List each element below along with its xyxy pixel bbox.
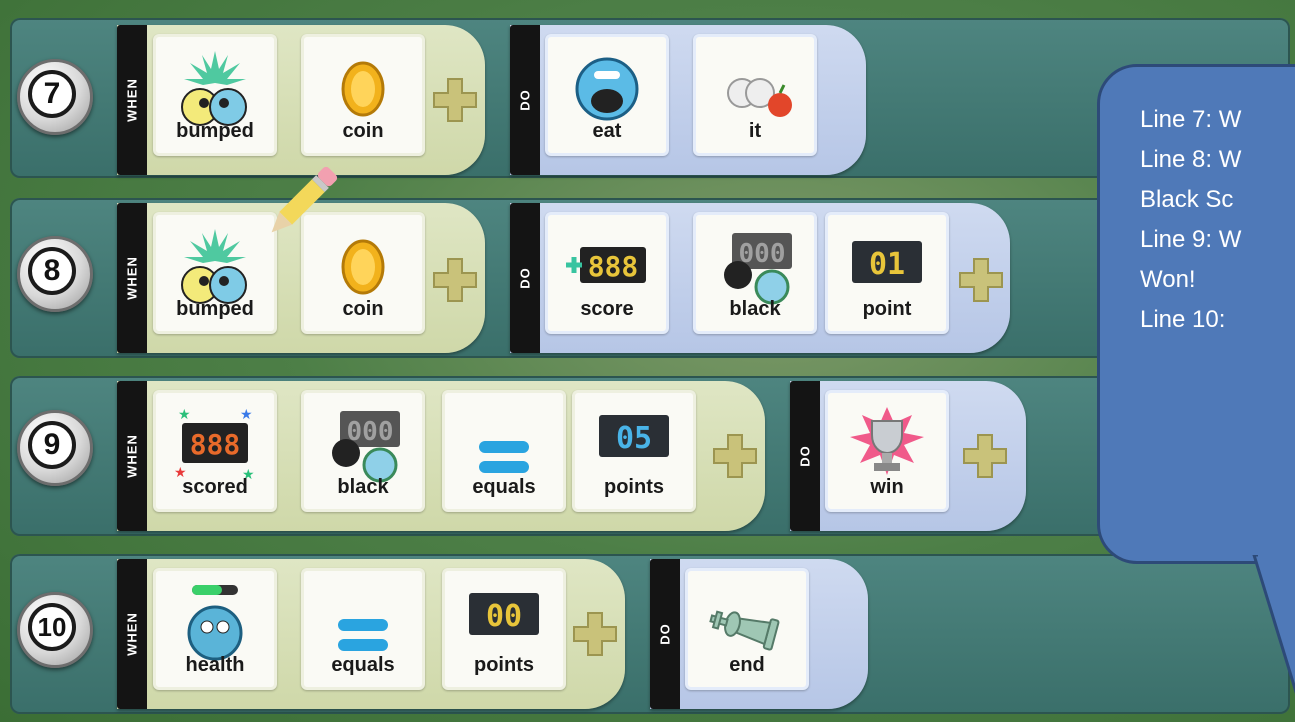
line-number: 10 bbox=[28, 603, 76, 651]
tile-label: equals bbox=[331, 654, 395, 676]
tile-points[interactable]: 00 points bbox=[442, 568, 566, 690]
black-score-icon: 000 bbox=[724, 233, 792, 305]
tile-label: eat bbox=[592, 120, 622, 142]
note-line: Line 7: W bbox=[1140, 106, 1242, 133]
do-label: DO bbox=[797, 445, 813, 467]
line-number: 8 bbox=[28, 247, 76, 295]
line-number: 9 bbox=[28, 421, 76, 469]
tile-it[interactable]: it bbox=[693, 34, 817, 156]
line-number-badge[interactable]: 9 bbox=[17, 410, 93, 486]
tile-eat[interactable]: eat bbox=[545, 34, 669, 156]
equals-icon bbox=[338, 619, 388, 651]
when-tab: WHEN bbox=[117, 381, 147, 531]
tile-point[interactable]: 01 point bbox=[825, 212, 949, 334]
when-label: WHEN bbox=[124, 256, 140, 300]
add-tile-plus-icon[interactable] bbox=[432, 257, 478, 303]
tile-label: coin bbox=[342, 298, 384, 320]
line-number-badge[interactable]: 7 bbox=[17, 59, 93, 135]
bumped-icon bbox=[181, 229, 247, 304]
speech-bubble-tail bbox=[1252, 555, 1295, 694]
chess-king-icon bbox=[709, 610, 780, 651]
trophy-icon bbox=[850, 407, 924, 475]
add-tile-plus-icon[interactable] bbox=[712, 433, 758, 479]
tile-label: end bbox=[729, 654, 765, 676]
line-number-badge[interactable]: 10 bbox=[17, 592, 93, 668]
tile-label: win bbox=[870, 476, 904, 498]
when-tab: WHEN bbox=[117, 559, 147, 709]
tile-label: black bbox=[729, 298, 781, 320]
note-text: Line 7: W Line 8: W Black Sc Line 9: W W… bbox=[1140, 100, 1241, 340]
tile-label: bumped bbox=[176, 298, 254, 320]
when-label: WHEN bbox=[124, 78, 140, 122]
tile-score[interactable]: 888 score bbox=[545, 212, 669, 334]
do-tab: DO bbox=[790, 381, 820, 531]
do-label: DO bbox=[657, 623, 673, 645]
do-label: DO bbox=[517, 89, 533, 111]
tile-label: point bbox=[862, 298, 912, 320]
tile-scored[interactable]: 888 ★ ★ ★ ★ scored bbox=[153, 390, 277, 512]
tile-label: coin bbox=[342, 120, 384, 142]
add-tile-plus-icon[interactable] bbox=[572, 611, 618, 657]
it-icon bbox=[727, 78, 792, 117]
svg-text:★: ★ bbox=[178, 406, 191, 422]
line-number: 7 bbox=[28, 70, 76, 118]
tile-label: health bbox=[185, 654, 245, 676]
svg-text:888: 888 bbox=[190, 428, 241, 461]
note-line: Line 10: bbox=[1140, 306, 1226, 333]
point-icon: 01 bbox=[852, 241, 922, 283]
points-icon: 05 bbox=[599, 415, 669, 457]
note-line: Won! bbox=[1140, 266, 1196, 293]
tile-label: bumped bbox=[176, 120, 254, 142]
add-tile-plus-icon[interactable] bbox=[958, 257, 1004, 303]
note-line: Line 9: W bbox=[1140, 226, 1242, 253]
tile-health[interactable]: health bbox=[153, 568, 277, 690]
when-label: WHEN bbox=[124, 612, 140, 656]
svg-text:01: 01 bbox=[869, 247, 905, 282]
do-label: DO bbox=[517, 267, 533, 289]
coin-icon bbox=[341, 61, 385, 117]
line-number-badge[interactable]: 8 bbox=[17, 236, 93, 312]
health-icon bbox=[187, 585, 243, 661]
note-line: Black Sc bbox=[1140, 186, 1234, 213]
tile-label: score bbox=[580, 298, 634, 320]
tile-equals[interactable]: equals bbox=[301, 568, 425, 690]
tile-end[interactable]: end bbox=[685, 568, 809, 690]
svg-text:888: 888 bbox=[588, 250, 639, 283]
points-icon: 00 bbox=[469, 593, 539, 635]
svg-text:★: ★ bbox=[240, 406, 253, 422]
score-icon: 888 bbox=[566, 247, 646, 283]
tile-label: equals bbox=[472, 476, 536, 498]
eat-icon bbox=[575, 57, 639, 121]
svg-text:05: 05 bbox=[616, 421, 652, 456]
tile-label: scored bbox=[182, 476, 248, 498]
tile-label: it bbox=[748, 120, 762, 142]
when-tab: WHEN bbox=[117, 203, 147, 353]
tile-label: points bbox=[604, 476, 664, 498]
do-tab: DO bbox=[650, 559, 680, 709]
pencil-cursor-icon[interactable] bbox=[255, 155, 350, 250]
tile-bumped[interactable]: bumped bbox=[153, 34, 277, 156]
svg-text:00: 00 bbox=[486, 599, 522, 634]
bumped-icon bbox=[181, 51, 247, 126]
add-tile-plus-icon[interactable] bbox=[962, 433, 1008, 479]
equals-icon bbox=[479, 441, 529, 473]
tile-equals[interactable]: equals bbox=[442, 390, 566, 512]
tile-black[interactable]: 000 black bbox=[301, 390, 425, 512]
do-tab: DO bbox=[510, 25, 540, 175]
tile-points[interactable]: 05 points bbox=[572, 390, 696, 512]
tile-black[interactable]: 000 black bbox=[693, 212, 817, 334]
note-line: Line 8: W bbox=[1140, 146, 1242, 173]
tile-label: black bbox=[337, 476, 389, 498]
add-tile-plus-icon[interactable] bbox=[432, 77, 478, 123]
scored-icon: 888 ★ ★ ★ ★ bbox=[174, 406, 255, 482]
tile-win[interactable]: win bbox=[825, 390, 949, 512]
when-label: WHEN bbox=[124, 434, 140, 478]
black-score-icon: 000 bbox=[332, 411, 400, 483]
do-tab: DO bbox=[510, 203, 540, 353]
tile-label: points bbox=[474, 654, 534, 676]
tile-coin[interactable]: coin bbox=[301, 34, 425, 156]
when-tab: WHEN bbox=[117, 25, 147, 175]
